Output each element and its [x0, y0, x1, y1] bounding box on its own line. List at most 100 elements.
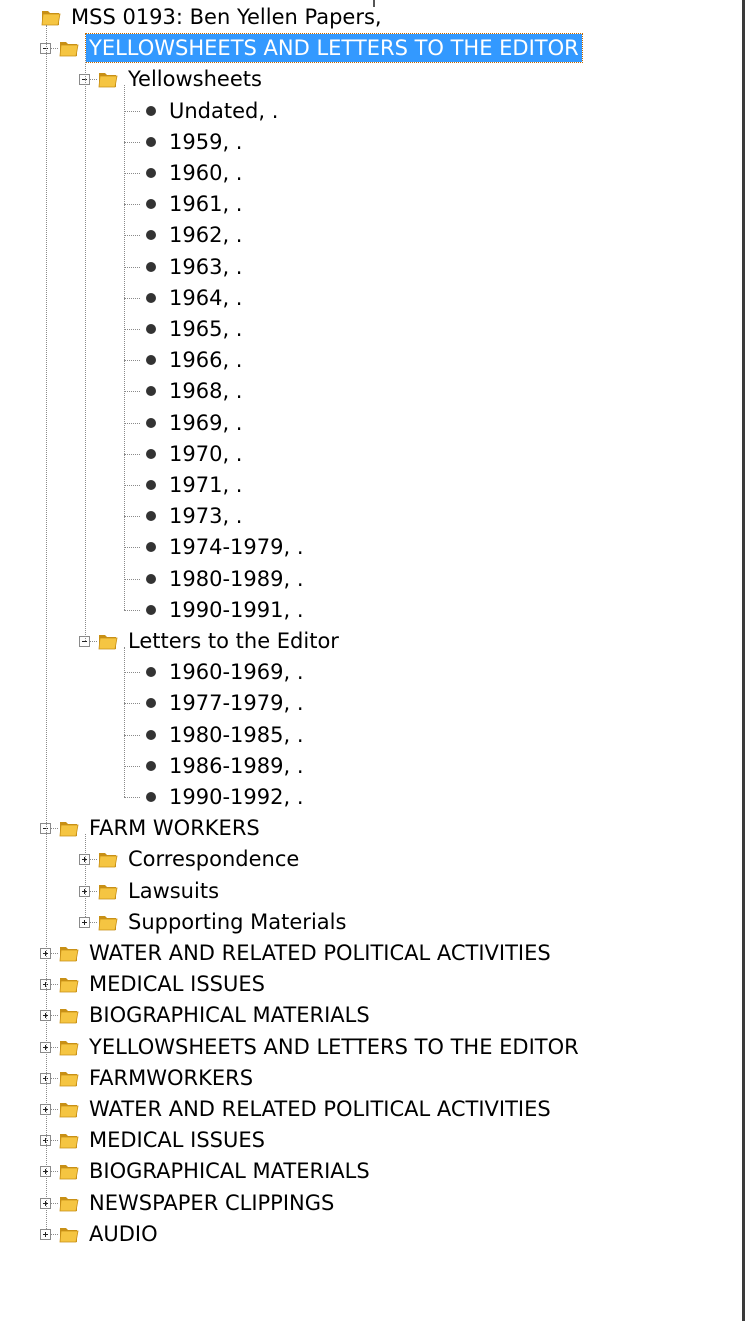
node-label: NEWSPAPER CLIPPINGS	[89, 1190, 335, 1215]
node-label: 1961, .	[169, 192, 243, 217]
document-bullet-icon	[146, 199, 156, 210]
document-bullet-icon	[146, 168, 156, 178]
tree-line	[124, 422, 140, 424]
node-label: Yellowsheets	[128, 67, 262, 92]
tree-line	[90, 859, 97, 861]
document-bullet-icon	[146, 604, 156, 615]
node-label: 1969, .	[169, 410, 243, 435]
folder-icon	[97, 630, 119, 652]
tree-line	[90, 641, 97, 642]
tree-line	[124, 797, 140, 798]
node-label: 1962, .	[169, 223, 243, 248]
node-label: FARM WORKERS	[89, 816, 260, 841]
node-label: 1977-1979, .	[169, 691, 304, 716]
node-label: WATER AND RELATED POLITICAL ACTIVITIES	[89, 1097, 551, 1121]
tree-line	[51, 48, 58, 50]
tree-line	[51, 1140, 58, 1142]
tree-line	[51, 984, 58, 986]
tree-line	[124, 329, 140, 330]
document-bullet-icon	[146, 324, 156, 334]
tree-line	[124, 703, 140, 705]
document-bullet-icon	[146, 417, 156, 428]
tree-line	[51, 1109, 58, 1110]
tree-line	[124, 734, 140, 736]
folder-icon	[58, 1192, 80, 1214]
node-label: 1980-1989, .	[169, 566, 304, 591]
node-label: 1960-1969, .	[169, 660, 304, 685]
node-label: 1971, .	[169, 473, 243, 497]
node-label: BIOGRAPHICAL MATERIALS	[89, 1159, 370, 1184]
tree-line	[124, 647, 125, 797]
node-label: Supporting Materials	[128, 909, 347, 934]
folder-icon	[58, 1129, 80, 1151]
tree-line	[46, 25, 47, 1229]
tree-line	[124, 391, 140, 393]
tree-line	[124, 516, 140, 518]
node-label: 1966, .	[169, 348, 243, 373]
folder-icon	[97, 68, 119, 90]
document-bullet-icon	[146, 573, 156, 584]
folder-icon	[58, 1067, 80, 1089]
tree-line	[124, 578, 140, 580]
document-bullet-icon	[146, 386, 156, 397]
tree-line	[51, 1233, 58, 1235]
node-label: MEDICAL ISSUES	[89, 1128, 265, 1153]
tree-line	[124, 765, 140, 767]
tree-line	[124, 110, 140, 112]
folder-icon	[58, 1098, 80, 1120]
node-label: WATER AND RELATED POLITICAL ACTIVITIES	[89, 941, 551, 965]
node-label: 1990-1992, .	[169, 785, 304, 809]
node-label: Letters to the Editor	[128, 629, 339, 653]
node-label: FARMWORKERS	[89, 1065, 254, 1090]
tree-line	[124, 204, 140, 206]
tree-line	[124, 266, 140, 268]
tree-line	[85, 54, 86, 80]
tree-line	[51, 953, 58, 954]
folder-icon	[97, 880, 119, 902]
tree-line	[124, 141, 140, 143]
document-bullet-icon	[146, 542, 156, 553]
node-label: 1968, .	[169, 379, 243, 404]
node-label: 1965, .	[169, 317, 243, 341]
node-label: 1974-1979, .	[169, 535, 304, 560]
document-bullet-icon	[146, 448, 156, 459]
node-label: 1960, .	[169, 161, 243, 185]
document-bullet-icon	[146, 292, 156, 303]
archive-tree: MSS 0193: Ben Yellen Papers, YELLOWSHEETS…	[0, 0, 742, 1321]
node-label: YELLOWSHEETS AND LETTERS TO THE EDITOR	[85, 33, 583, 64]
folder-icon	[97, 911, 119, 933]
node-label: MEDICAL ISSUES	[89, 972, 265, 997]
document-bullet-icon	[146, 729, 156, 740]
tree-line	[51, 828, 58, 830]
node-label: Lawsuits	[128, 878, 220, 903]
expand-toggle-icon[interactable]	[79, 916, 90, 928]
document-bullet-icon	[146, 667, 156, 678]
document-bullet-icon	[146, 261, 156, 272]
tree-line	[90, 79, 97, 81]
document-bullet-icon	[146, 355, 156, 366]
tree-line	[124, 173, 140, 174]
node-label: YELLOWSHEETS AND LETTERS TO THE EDITOR	[89, 1034, 579, 1059]
tree-line	[90, 921, 97, 923]
node-label: 1980-1985, .	[169, 722, 304, 747]
tree-line	[51, 1046, 58, 1048]
folder-icon	[58, 942, 80, 964]
folder-icon	[58, 1036, 80, 1058]
expand-toggle-icon[interactable]	[40, 1228, 51, 1240]
tree-line	[124, 360, 140, 362]
node-label: MSS 0193: Ben Yellen Papers,	[71, 5, 382, 29]
tree-line	[124, 235, 140, 237]
node-label: BIOGRAPHICAL MATERIALS	[89, 1003, 370, 1028]
document-bullet-icon	[146, 760, 156, 771]
tree-line	[85, 834, 86, 917]
node-label: 1963, .	[169, 254, 243, 279]
node-label: 1990-1991, .	[169, 597, 304, 622]
tree-panel: MSS 0193: Ben Yellen Papers, YELLOWSHEETS…	[0, 0, 745, 1321]
tree-line	[51, 1202, 58, 1204]
folder-icon	[58, 817, 80, 839]
node-label: 1986-1989, .	[169, 753, 304, 778]
node-label: Correspondence	[128, 847, 300, 872]
folder-icon	[58, 973, 80, 995]
document-bullet-icon	[146, 105, 156, 116]
folder-icon	[58, 1223, 80, 1245]
